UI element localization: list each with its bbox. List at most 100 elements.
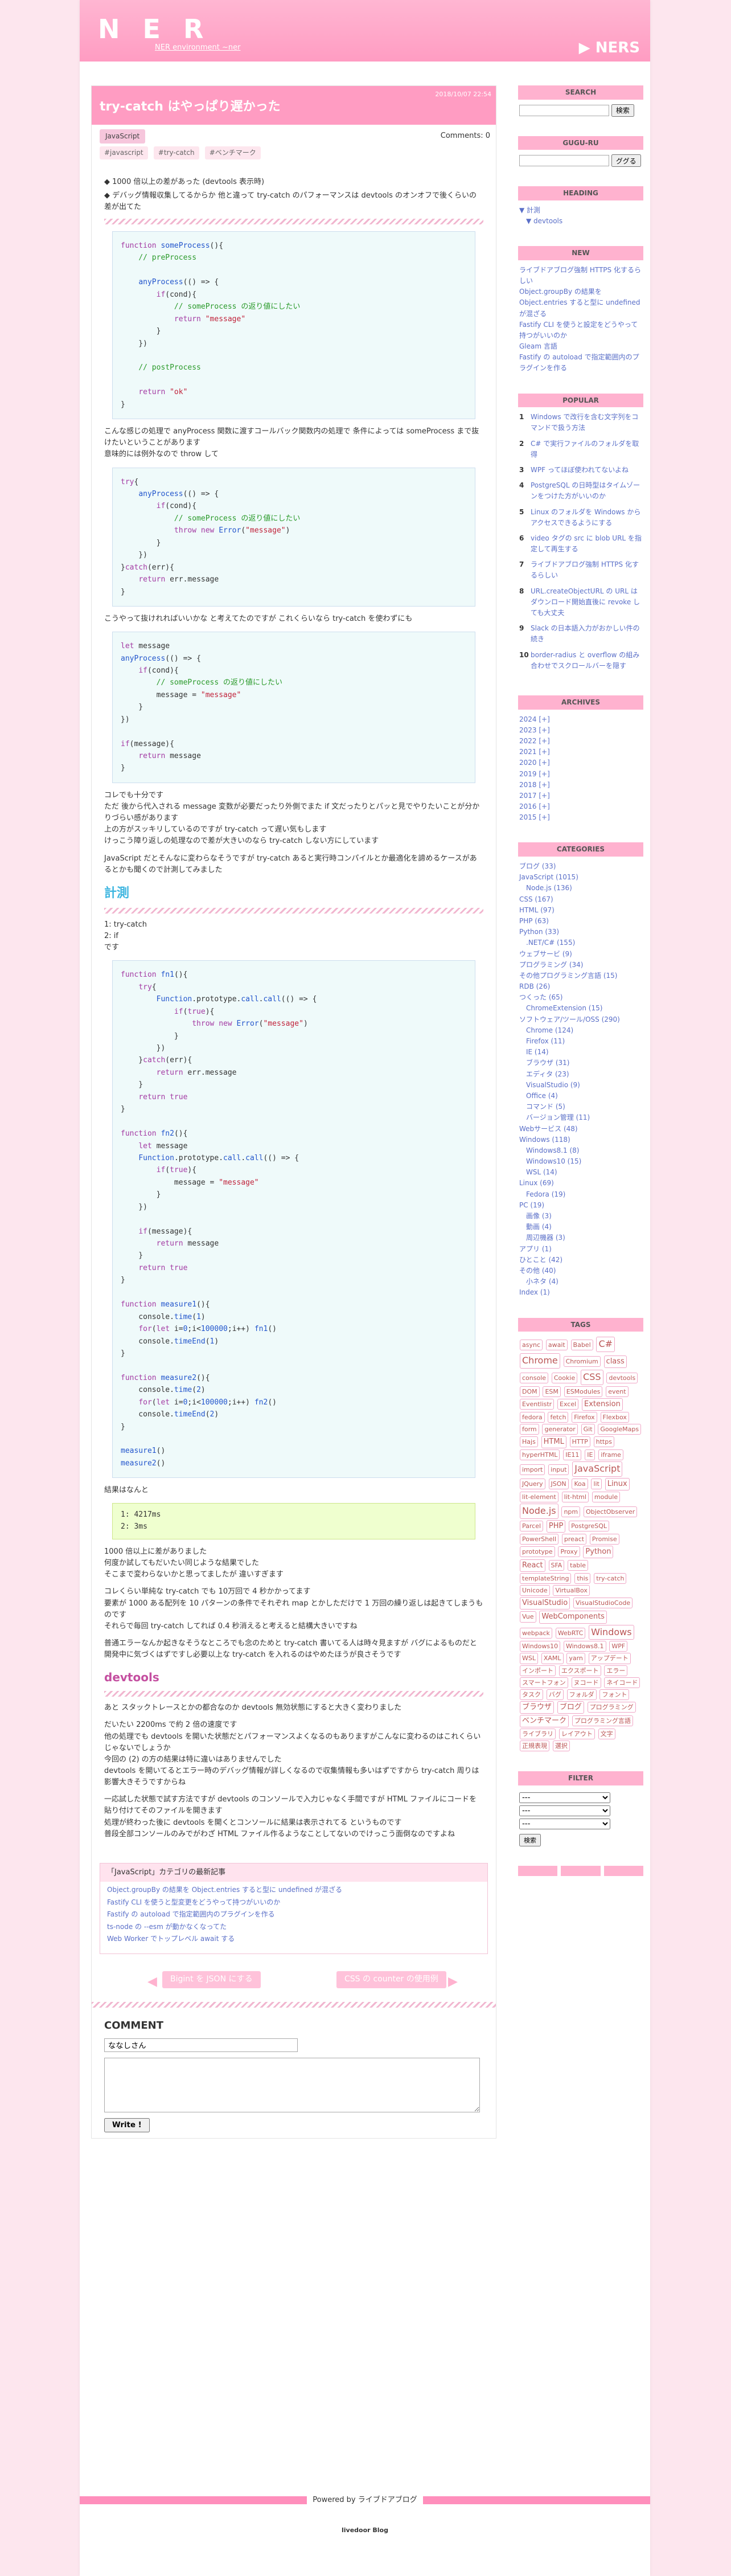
heading-link[interactable]: ▼ 計測 (519, 206, 540, 214)
tag-cloud-item[interactable]: Koa (572, 1478, 588, 1489)
tag-cloud-item[interactable]: this (574, 1573, 591, 1584)
category-link[interactable]: PHP (63) (519, 917, 549, 925)
tag-cloud-item[interactable]: プログラミング言語 (572, 1715, 633, 1726)
google-search-input[interactable] (519, 155, 609, 167)
tag-cloud-item[interactable]: React (520, 1559, 545, 1572)
category-link[interactable]: Webサービス (48) (519, 1125, 578, 1133)
footer-powered[interactable]: Powered by ライブドアブログ (313, 2495, 417, 2506)
tag-cloud-item[interactable]: WebRTC (555, 1627, 586, 1639)
tag-cloud-item[interactable]: async (520, 1340, 543, 1351)
livedoor-logo[interactable]: livedoor Blog (80, 2525, 650, 2535)
new-link[interactable]: Gleam 言語 (519, 342, 557, 350)
comment-name-input[interactable] (104, 2038, 298, 2052)
tag-cloud-item[interactable]: Flexbox (600, 1411, 629, 1423)
tag-cloud-item[interactable]: fedora (520, 1411, 545, 1423)
tag-cloud-item[interactable]: Node.js (520, 1503, 558, 1519)
tag-cloud-item[interactable]: ESM (543, 1386, 561, 1397)
category-link[interactable]: .NET/C# (155) (519, 939, 575, 947)
category-link[interactable]: 小ネタ (4) (519, 1277, 558, 1285)
tag-cloud-item[interactable]: preact (561, 1533, 587, 1545)
next-arrow-icon[interactable]: ▶ (448, 1972, 458, 1992)
search-button[interactable]: 検索 (611, 104, 634, 117)
category-link[interactable]: ソフトウェア/ツール/OSS (290) (519, 1015, 620, 1023)
tag-cloud-item[interactable]: Python (583, 1545, 614, 1559)
archive-link[interactable]: 2024 [+] (519, 715, 550, 723)
popular-link[interactable]: PostgreSQL の日時型はタイムゾーンをつけた方がいいのか (531, 480, 642, 502)
archive-link[interactable]: 2021 [+] (519, 748, 550, 756)
tag-cloud-item[interactable]: Babel (570, 1340, 593, 1351)
tag-cloud-item[interactable]: アップデート (588, 1653, 631, 1664)
category-link[interactable]: VisualStudio (9) (519, 1081, 580, 1089)
tag-cloud-item[interactable]: fetch (548, 1411, 569, 1423)
tag-cloud-item[interactable]: HTML (541, 1435, 566, 1448)
tag-cloud-item[interactable]: Proxy (558, 1546, 580, 1557)
recent-link[interactable]: Fastify CLI を使うと型変更をどうやって持つがいいのか (107, 1898, 280, 1906)
tag-cloud-item[interactable]: Extension (582, 1398, 623, 1411)
tag-cloud-item[interactable]: PHP (546, 1520, 566, 1533)
tag-cloud-item[interactable]: ベンチマーク (520, 1714, 569, 1727)
tag-cloud-item[interactable]: HTTP (569, 1436, 590, 1447)
category-link[interactable]: HTML (97) (519, 906, 555, 914)
tag-cloud-item[interactable]: レイアウト (558, 1728, 595, 1739)
tag-cloud-item[interactable]: PowerShell (520, 1533, 559, 1545)
category-link[interactable]: Python (33) (519, 928, 559, 936)
tag-cloud-item[interactable]: IE (585, 1449, 596, 1460)
tag-cloud-item[interactable]: WebComponents (539, 1611, 607, 1624)
category-link[interactable]: ChromeExtension (15) (519, 1004, 602, 1012)
tag-cloud-item[interactable]: フォント (599, 1689, 630, 1700)
new-link[interactable]: Object.groupBy の結果を Object.entries すると型に… (519, 288, 640, 317)
tag-cloud-item[interactable]: import (520, 1464, 545, 1476)
filter-select[interactable]: --- (519, 1818, 610, 1829)
tag-cloud-item[interactable]: event (606, 1386, 629, 1397)
tag-cloud-item[interactable]: ObjectObserver (583, 1506, 638, 1518)
tag-cloud-item[interactable]: module (592, 1491, 621, 1502)
tag-cloud-item[interactable]: Hajs (520, 1436, 538, 1447)
tag-cloud-item[interactable]: エクスポート (558, 1665, 601, 1676)
tag-cloud-item[interactable]: await (545, 1340, 568, 1351)
category-link[interactable]: 周辺機器 (3) (519, 1234, 565, 1242)
tag-cloud-item[interactable]: WSL (520, 1653, 538, 1664)
recent-link[interactable]: ts-node の --esm が動かなくなってた (107, 1923, 227, 1931)
tag-cloud-item[interactable]: SFA (548, 1560, 565, 1571)
tag-cloud-item[interactable]: Eventlistr (520, 1398, 555, 1410)
category-link[interactable]: Firefox (11) (519, 1037, 565, 1045)
tag-cloud-item[interactable]: 正規表現 (520, 1740, 549, 1752)
new-link[interactable]: ライブドアブログ強制 HTTPS 化するらしい (519, 266, 641, 285)
search-input[interactable] (519, 104, 609, 116)
tag-cloud-item[interactable]: ブログ (557, 1701, 584, 1714)
tag-cloud-item[interactable]: https (593, 1436, 614, 1447)
category-link[interactable]: Windows (118) (519, 1136, 570, 1144)
tag-cloud-item[interactable]: Excel (557, 1398, 579, 1410)
category-link[interactable]: Office (4) (519, 1092, 558, 1100)
tag-cloud-item[interactable]: WPF (609, 1641, 628, 1652)
popular-link[interactable]: Windows で改行を含む文字列をコマンドで扱う方法 (531, 412, 642, 433)
popular-link[interactable]: Linux のフォルダを Windows からアクセスできるようにする (531, 507, 642, 529)
tag-cloud-item[interactable]: Chromium (563, 1355, 601, 1367)
tag-cloud-item[interactable]: タスク (520, 1689, 543, 1700)
tag-cloud-item[interactable]: GoogleMaps (598, 1423, 642, 1435)
category-link[interactable]: Fedora (19) (519, 1190, 565, 1198)
tag-cloud-item[interactable]: lit-element (520, 1491, 558, 1502)
tag-cloud-item[interactable]: Windows (589, 1624, 634, 1640)
new-link[interactable]: Fastify CLI を使うと設定をどうやって持つがいいのか (519, 321, 638, 339)
tag-cloud-item[interactable]: CSS (581, 1369, 603, 1385)
popular-link[interactable]: WPF ってほぼ使われてないよね (531, 465, 629, 476)
popular-link[interactable]: ライブドアブログ強制 HTTPS 化するらしい (531, 559, 642, 581)
archive-link[interactable]: 2018 [+] (519, 781, 550, 789)
tag-cloud-item[interactable]: iframe (598, 1449, 623, 1460)
category-link[interactable]: エディタ (23) (519, 1070, 569, 1078)
tag-cloud-item[interactable]: hyperHTML (520, 1449, 560, 1460)
tag-cloud-item[interactable]: JQuery (520, 1478, 545, 1489)
tag-cloud-item[interactable]: class (603, 1355, 627, 1369)
category-badge[interactable]: JavaScript (100, 129, 146, 144)
comment-textarea[interactable] (104, 2057, 480, 2112)
category-link[interactable]: WSL (14) (519, 1168, 557, 1176)
tag-javascript[interactable]: #javascript (100, 146, 148, 159)
archive-link[interactable]: 2023 [+] (519, 726, 550, 734)
category-link[interactable]: 動画 (4) (519, 1223, 552, 1231)
tag-cloud-item[interactable]: Firefox (572, 1411, 597, 1423)
filter-select[interactable]: --- (519, 1805, 610, 1816)
category-link[interactable]: CSS (167) (519, 895, 553, 903)
tag-cloud-item[interactable]: エラー (604, 1665, 628, 1676)
tag-cloud-item[interactable]: VisualStudioCode (573, 1598, 633, 1609)
